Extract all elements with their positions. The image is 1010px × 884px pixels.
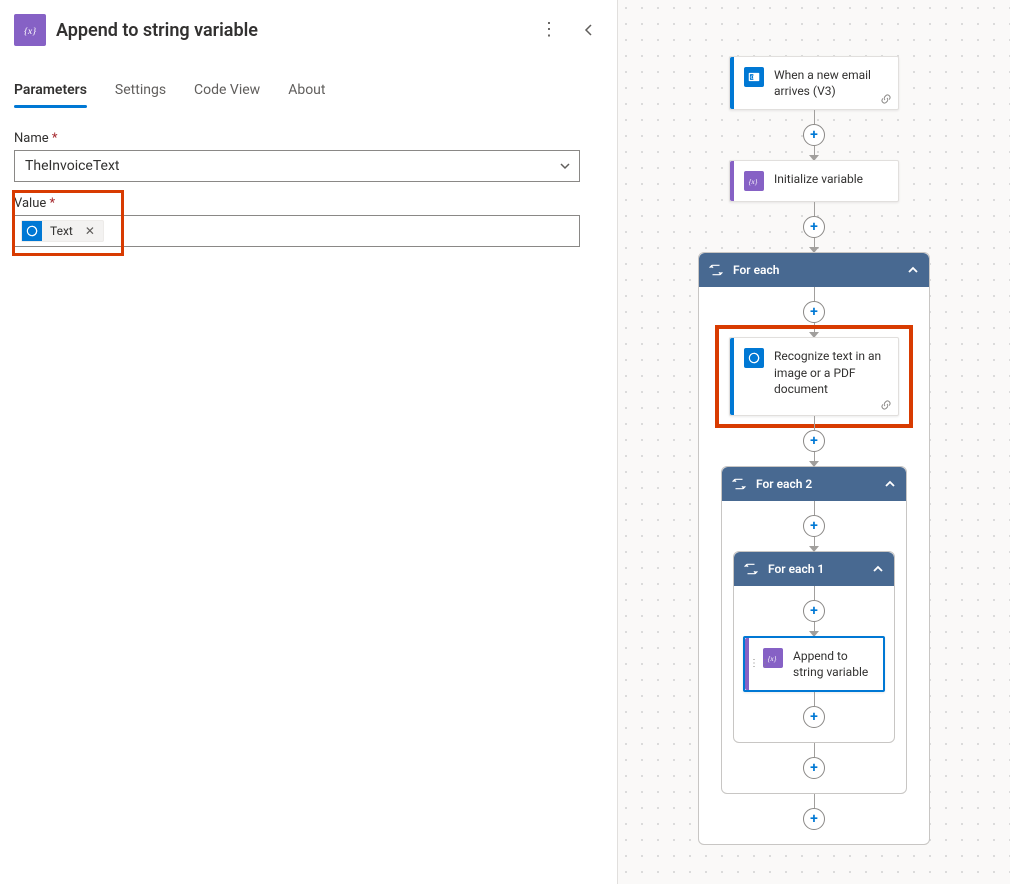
name-field-value: TheInvoiceText [25,158,119,174]
tab-settings[interactable]: Settings [115,76,166,108]
control-for-each: For each + [698,252,930,845]
loop-icon [744,562,758,576]
token-remove-button[interactable]: ✕ [81,224,99,238]
add-step-button[interactable]: + [803,124,825,146]
collapse-panel-button[interactable] [575,16,603,44]
add-step-button[interactable]: + [803,757,825,779]
panel-title-icon: {x} [14,14,46,46]
dynamic-content-token-text[interactable]: Text ✕ [21,220,104,242]
tab-code-view[interactable]: Code View [194,76,260,108]
add-step-button[interactable]: + [803,600,825,622]
loop-icon [709,263,723,277]
tab-about[interactable]: About [288,76,325,108]
for-each-1-header[interactable]: For each 1 [734,552,894,586]
cognitive-services-icon [744,348,764,368]
action-details-panel: {x} Append to string variable ⋮ Paramete… [0,0,618,884]
link-icon [880,93,892,105]
control-for-each-2: For each 2 + [721,466,907,794]
add-step-button[interactable]: + [803,808,825,830]
flow-canvas[interactable]: O When a new email arrives (V3) + {x} I [618,0,1010,884]
add-step-button[interactable]: + [803,430,825,452]
parameters-form: Name * TheInvoiceText Value * [14,131,603,261]
add-step-button[interactable]: + [803,301,825,323]
chevron-left-icon [583,24,595,36]
svg-text:O: O [751,76,755,81]
drag-handle-icon[interactable]: ⋮⋮ [749,662,771,666]
control-for-each-1: For each 1 + [733,551,895,743]
add-step-button[interactable]: + [803,515,825,537]
tab-parameters[interactable]: Parameters [14,76,87,108]
action-card-recognize-text[interactable]: Recognize text in an image or a PDF docu… [729,337,899,416]
panel-header: {x} Append to string variable ⋮ [14,8,603,52]
value-field-label: Value * [14,196,603,211]
name-field-label: Name * [14,131,603,146]
outlook-icon: O [744,67,764,87]
vertical-ellipsis-icon: ⋮ [540,21,558,39]
panel-title: Append to string variable [56,20,525,41]
variable-icon: {x} [744,171,764,191]
link-icon [880,399,892,411]
action-card-initialize-variable[interactable]: {x} Initialize variable [729,160,899,202]
chevron-down-icon [559,160,571,172]
value-field-input[interactable]: Text ✕ [14,215,580,247]
loop-icon [732,477,746,491]
for-each-2-header[interactable]: For each 2 [722,467,906,501]
chevron-up-icon [907,264,919,276]
more-actions-button[interactable]: ⋮ [535,16,563,44]
arrow-down-icon [809,546,819,552]
svg-text:{x}: {x} [749,178,758,186]
add-step-button[interactable]: + [803,216,825,238]
panel-tabs: Parameters Settings Code View About [14,76,603,109]
cognitive-services-icon [22,221,42,241]
chevron-up-icon [872,563,884,575]
name-field-select[interactable]: TheInvoiceText [14,150,580,182]
chevron-up-icon [884,478,896,490]
add-step-button[interactable]: + [803,706,825,728]
action-card-append-string[interactable]: ⋮⋮ {x} Append to string variable [743,636,885,692]
token-label: Text [50,224,73,238]
trigger-card-email[interactable]: O When a new email arrives (V3) [729,56,899,110]
svg-text:{x}: {x} [24,26,36,37]
for-each-header[interactable]: For each [699,253,929,287]
arrow-down-icon [809,461,819,467]
